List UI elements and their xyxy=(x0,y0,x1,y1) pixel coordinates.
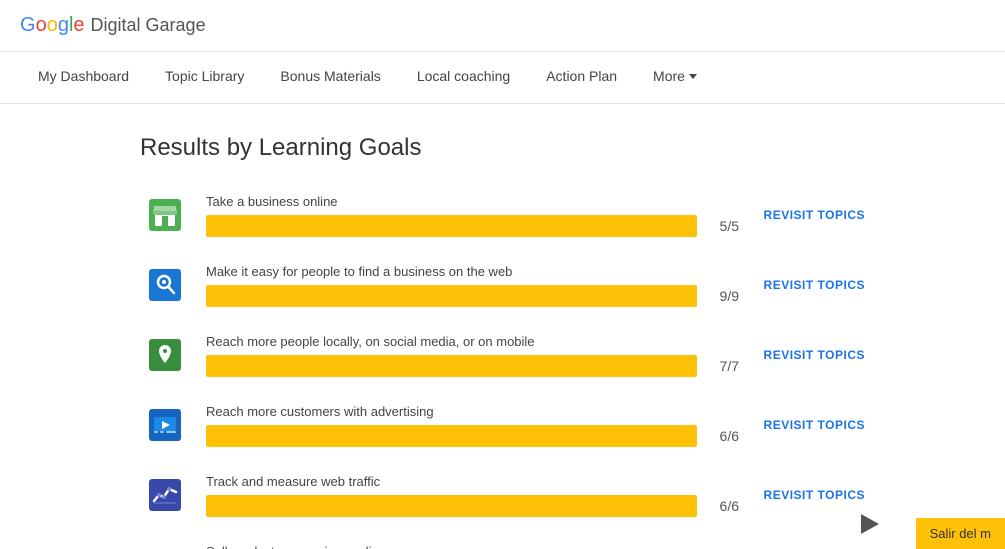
section-title: Results by Learning Goals xyxy=(140,134,865,162)
goal-content-3: Reach more people locally, on social med… xyxy=(206,334,739,377)
progress-bar-fill xyxy=(206,215,697,237)
revisit-topics-button[interactable]: REVISIT TOPICS xyxy=(755,348,865,362)
product-name: Digital Garage xyxy=(91,15,206,36)
goal-icon-5 xyxy=(140,470,190,520)
goal-row: Reach more customers with advertising 6/… xyxy=(140,400,865,450)
progress-bar-container xyxy=(206,355,697,377)
main-content: Results by Learning Goals Take a busines… xyxy=(0,104,1005,549)
goal-content-5: Track and measure web traffic 6/6 xyxy=(206,474,739,517)
goal-row: Make it easy for people to find a busine… xyxy=(140,260,865,310)
progress-bar-container xyxy=(206,215,697,237)
progress-bar-container xyxy=(206,285,697,307)
progress-bar-fill xyxy=(206,495,697,517)
nav-bar: My Dashboard Topic Library Bonus Materia… xyxy=(0,52,1005,104)
play-icon xyxy=(861,514,879,534)
goal-row: Take a business online 5/5 REVISIT TOPIC… xyxy=(140,190,865,240)
progress-row: 7/7 xyxy=(206,355,739,377)
goal-label: Make it easy for people to find a busine… xyxy=(206,264,739,279)
revisit-topics-button[interactable]: REVISIT TOPICS xyxy=(755,278,865,292)
progress-row: 6/6 xyxy=(206,495,739,517)
goal-label: Take a business online xyxy=(206,194,739,209)
progress-score: 7/7 xyxy=(707,358,739,374)
goal-content-6: Sell products or services online 4/4 xyxy=(206,544,739,549)
goal-row: Reach more people locally, on social med… xyxy=(140,330,865,380)
goal-row: Sell products or services online 4/4 REV… xyxy=(140,540,865,549)
progress-bar-container xyxy=(206,425,697,447)
goal-icon-3 xyxy=(140,330,190,380)
progress-bar-fill xyxy=(206,285,697,307)
goal-row: Track and measure web traffic 6/6 REVISI… xyxy=(140,470,865,520)
progress-score: 5/5 xyxy=(707,218,739,234)
goal-icon-4 xyxy=(140,400,190,450)
progress-bar-fill xyxy=(206,425,697,447)
nav-item-my-dashboard[interactable]: My Dashboard xyxy=(20,52,147,104)
nav-item-bonus-materials[interactable]: Bonus Materials xyxy=(262,52,398,104)
goal-icon-6 xyxy=(140,540,190,549)
revisit-topics-button[interactable]: REVISIT TOPICS xyxy=(755,208,865,222)
goal-content-2: Make it easy for people to find a busine… xyxy=(206,264,739,307)
progress-score: 6/6 xyxy=(707,498,739,514)
revisit-topics-button[interactable]: REVISIT TOPICS xyxy=(755,488,865,502)
goal-label: Reach more people locally, on social med… xyxy=(206,334,739,349)
goal-icon-1 xyxy=(140,190,190,240)
progress-row: 6/6 xyxy=(206,425,739,447)
progress-score: 6/6 xyxy=(707,428,739,444)
progress-score: 9/9 xyxy=(707,288,739,304)
goal-label: Sell products or services online xyxy=(206,544,739,549)
nav-item-topic-library[interactable]: Topic Library xyxy=(147,52,262,104)
goal-label: Track and measure web traffic xyxy=(206,474,739,489)
progress-bar-container xyxy=(206,495,697,517)
brand-bar: Google Digital Garage xyxy=(0,0,1005,52)
progress-row: 9/9 xyxy=(206,285,739,307)
revisit-topics-button[interactable]: REVISIT TOPICS xyxy=(755,418,865,432)
nav-item-local-coaching[interactable]: Local coaching xyxy=(399,52,528,104)
progress-row: 5/5 xyxy=(206,215,739,237)
chevron-down-icon xyxy=(689,74,697,79)
nav-item-action-plan[interactable]: Action Plan xyxy=(528,52,635,104)
brand-logo[interactable]: Google Digital Garage xyxy=(20,14,206,37)
goal-label: Reach more customers with advertising xyxy=(206,404,739,419)
salir-button[interactable]: Salir del m xyxy=(916,518,1005,549)
progress-bar-fill xyxy=(206,355,697,377)
goals-list: Take a business online 5/5 REVISIT TOPIC… xyxy=(140,190,865,549)
video-play-button[interactable] xyxy=(855,509,885,539)
goal-icon-2 xyxy=(140,260,190,310)
google-wordmark: Google xyxy=(20,14,85,37)
goal-content-4: Reach more customers with advertising 6/… xyxy=(206,404,739,447)
nav-item-more[interactable]: More xyxy=(635,52,715,104)
goal-content-1: Take a business online 5/5 xyxy=(206,194,739,237)
